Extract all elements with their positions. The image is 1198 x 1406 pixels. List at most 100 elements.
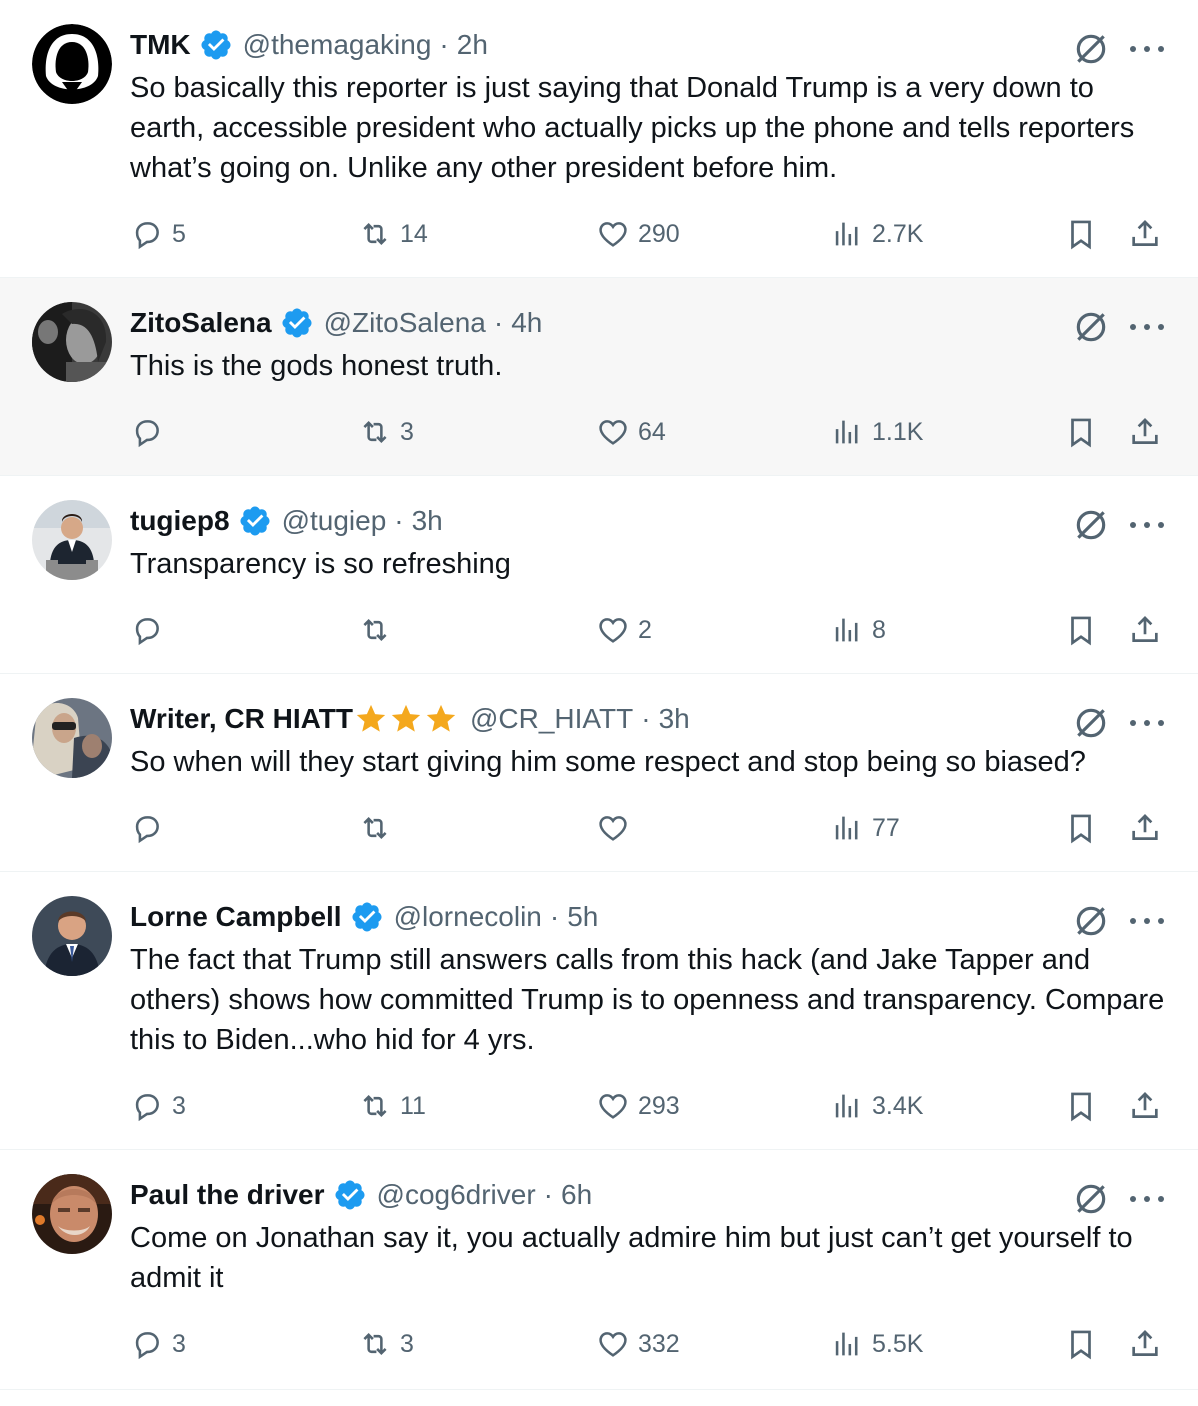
share-icon	[1132, 418, 1158, 444]
more-options-icon[interactable]	[1130, 1194, 1164, 1204]
user-handle[interactable]: @CR_HIATT	[470, 703, 633, 735]
reply-button[interactable]	[130, 412, 172, 452]
display-name[interactable]: Lorne Campbell	[130, 901, 342, 933]
grok-icon[interactable]	[1072, 308, 1110, 346]
like-button[interactable]: 64	[596, 412, 666, 452]
more-options-icon[interactable]	[1130, 718, 1164, 728]
tweet-header: Lorne Campbell @lornecolin · 5h	[130, 896, 598, 938]
avatar[interactable]	[32, 500, 112, 580]
avatar[interactable]	[32, 896, 112, 976]
reply-button[interactable]	[130, 808, 172, 848]
timestamp[interactable]: 3h	[659, 703, 690, 735]
reply-button[interactable]: 3	[130, 1086, 186, 1126]
share-button[interactable]	[1128, 610, 1162, 650]
tweet-text: The fact that Trump still answers calls …	[130, 944, 1165, 1056]
views-icon	[835, 1332, 858, 1356]
tweet[interactable]: Lorne Campbell @lornecolin · 5h The fact tha…	[0, 872, 1198, 1150]
views-button[interactable]: 3.4K	[830, 1086, 923, 1126]
tweet-top-actions	[1072, 308, 1164, 346]
avatar[interactable]	[32, 302, 112, 382]
bookmark-button[interactable]	[1064, 412, 1098, 452]
views-button[interactable]: 5.5K	[830, 1324, 923, 1364]
display-name[interactable]: tugiep8	[130, 505, 230, 537]
views-icon	[835, 222, 858, 246]
timestamp[interactable]: 4h	[511, 307, 542, 339]
share-button[interactable]	[1128, 808, 1162, 848]
reply-button[interactable]: 5	[130, 214, 186, 254]
views-button[interactable]: 77	[830, 808, 900, 848]
repost-icon	[363, 816, 387, 840]
share-button[interactable]	[1128, 214, 1162, 254]
tweet[interactable]: TMK @themagaking · 2h So basically this repo…	[0, 0, 1198, 278]
tweet-actions: 3 11 293 3.4K	[130, 1086, 1170, 1126]
tweet[interactable]: Writer, CR HIATT @CR_HIATT · 3h So when will…	[0, 674, 1198, 872]
more-options-icon[interactable]	[1130, 520, 1164, 530]
grok-icon[interactable]	[1072, 1180, 1110, 1218]
user-handle[interactable]: @themagaking	[243, 29, 432, 61]
views-button[interactable]: 2.7K	[830, 214, 923, 254]
avatar[interactable]	[32, 698, 112, 778]
separator-dot: ·	[543, 1179, 553, 1210]
timestamp[interactable]: 5h	[567, 901, 598, 933]
user-handle[interactable]: @cog6driver	[377, 1179, 536, 1211]
tweet[interactable]: ZitoSalena @ZitoSalena · 4h This is the gods…	[0, 278, 1198, 476]
share-button[interactable]	[1128, 412, 1162, 452]
display-name[interactable]: ZitoSalena	[130, 307, 272, 339]
tweet-text: Come on Jonathan say it, you actually ad…	[130, 1222, 1133, 1294]
verified-badge-icon	[240, 506, 270, 536]
heart-icon	[599, 816, 627, 841]
tweet-header: Paul the driver @cog6driver · 6h	[130, 1174, 592, 1216]
repost-button[interactable]	[358, 808, 400, 848]
reply-button[interactable]: 3	[130, 1324, 186, 1364]
share-button[interactable]	[1128, 1324, 1162, 1364]
tweet[interactable]: Paul the driver @cog6driver · 6h Come on Jon…	[0, 1150, 1198, 1390]
user-handle[interactable]: @lornecolin	[394, 901, 542, 933]
timestamp[interactable]: 2h	[457, 29, 488, 61]
separator-dot: ·	[394, 505, 404, 536]
bookmark-button[interactable]	[1064, 808, 1098, 848]
user-handle[interactable]: @ZitoSalena	[324, 307, 486, 339]
display-name[interactable]: TMK	[130, 29, 191, 61]
avatar[interactable]	[32, 1174, 112, 1254]
reply-button[interactable]	[130, 610, 172, 650]
display-name[interactable]: Paul the driver	[130, 1179, 325, 1211]
reply-icon	[135, 1094, 159, 1122]
views-button[interactable]: 1.1K	[830, 412, 923, 452]
views-button[interactable]: 8	[830, 610, 886, 650]
repost-button[interactable]: 14	[358, 214, 428, 254]
repost-button[interactable]: 3	[358, 1324, 414, 1364]
share-button[interactable]	[1128, 1086, 1162, 1126]
like-button[interactable]: 2	[596, 610, 652, 650]
share-icon	[1132, 814, 1158, 840]
more-options-icon[interactable]	[1130, 916, 1164, 926]
bookmark-button[interactable]	[1064, 1086, 1098, 1126]
star-icon	[426, 704, 456, 732]
repost-button[interactable]: 3	[358, 412, 414, 452]
more-options-icon[interactable]	[1130, 44, 1164, 54]
timestamp[interactable]: 3h	[412, 505, 443, 537]
repost-button[interactable]	[358, 610, 400, 650]
tweet-top-actions	[1072, 902, 1164, 940]
grok-icon[interactable]	[1072, 506, 1110, 544]
bookmark-button[interactable]	[1064, 610, 1098, 650]
grok-icon[interactable]	[1072, 30, 1110, 68]
more-options-icon[interactable]	[1130, 322, 1164, 332]
repost-icon	[363, 1094, 387, 1118]
repost-icon	[363, 222, 387, 246]
like-button[interactable]: 293	[596, 1086, 680, 1126]
tweet[interactable]: tugiep8 @tugiep · 3h Transparency is so refr…	[0, 476, 1198, 674]
reply-count: 3	[172, 1091, 186, 1120]
user-handle[interactable]: @tugiep	[282, 505, 387, 537]
repost-button[interactable]: 11	[358, 1086, 426, 1126]
bookmark-button[interactable]	[1064, 1324, 1098, 1364]
grok-icon[interactable]	[1072, 704, 1110, 742]
like-count: 332	[638, 1329, 680, 1358]
like-button[interactable]	[596, 808, 638, 848]
grok-icon[interactable]	[1072, 902, 1110, 940]
avatar[interactable]	[32, 24, 112, 104]
timestamp[interactable]: 6h	[561, 1179, 592, 1211]
like-button[interactable]: 332	[596, 1324, 680, 1364]
bookmark-button[interactable]	[1064, 214, 1098, 254]
like-button[interactable]: 290	[596, 214, 680, 254]
display-name[interactable]: Writer, CR HIATT	[130, 703, 353, 735]
